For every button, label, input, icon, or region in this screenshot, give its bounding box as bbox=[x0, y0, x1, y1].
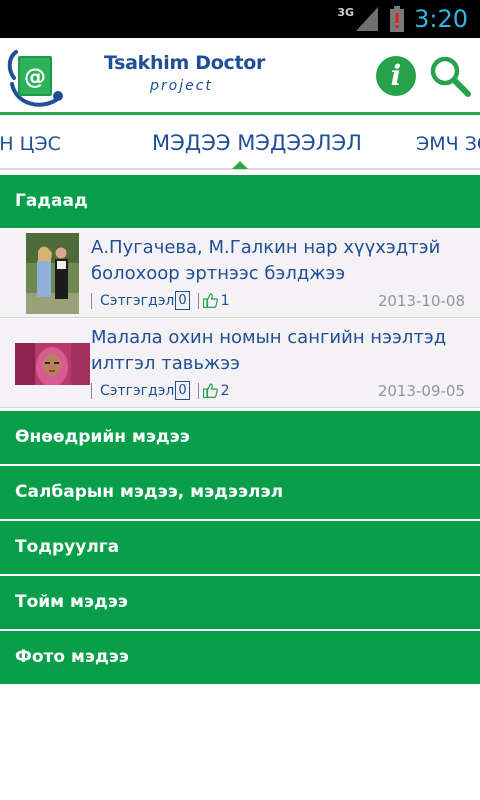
network-type: 3G bbox=[337, 5, 355, 19]
news-photo-image bbox=[26, 233, 79, 314]
status-bar: 3G 3:20 bbox=[0, 0, 480, 38]
info-button[interactable]: i bbox=[376, 56, 416, 96]
meta-separator bbox=[91, 382, 92, 399]
tab-active-indicator bbox=[232, 161, 248, 169]
category-today-news[interactable]: Өнөөдрийн мэдээ bbox=[0, 411, 480, 464]
news-thumbnail bbox=[15, 343, 90, 385]
meta-separator bbox=[91, 292, 92, 309]
category-summary[interactable]: Тойм мэдээ bbox=[0, 576, 480, 629]
tab-main-menu[interactable]: ЭН ЦЭС bbox=[0, 133, 61, 155]
thumbs-up-icon[interactable] bbox=[202, 383, 218, 398]
thumbs-up-icon[interactable] bbox=[202, 293, 218, 308]
signal-icon bbox=[356, 7, 379, 31]
meta-separator bbox=[197, 382, 199, 399]
comments-label: Сэтгэгдэл bbox=[100, 382, 175, 399]
brand-subtitle: project bbox=[150, 78, 213, 94]
news-date: 2013-09-05 bbox=[377, 382, 465, 400]
tab-bar: ЭН ЦЭС МЭДЭЭ МЭДЭЭЛЭЛ ЭМЧ ЗӨ bbox=[0, 115, 480, 171]
comment-count[interactable]: 0 bbox=[175, 381, 190, 400]
app-header: @ Tsakhim Doctor project i bbox=[0, 38, 480, 114]
comment-count[interactable]: 0 bbox=[175, 291, 190, 310]
brand-title: Tsakhim Doctor bbox=[104, 52, 266, 74]
meta-separator bbox=[197, 292, 199, 309]
news-date: 2013-10-08 bbox=[377, 292, 465, 310]
news-meta: Сэтгэгдэл 0 2 bbox=[91, 381, 230, 400]
news-item[interactable]: А.Пугачева, М.Галкин нар хүүхэдтэй болох… bbox=[0, 229, 480, 318]
category-clarification[interactable]: Тодруулга bbox=[0, 521, 480, 574]
news-title[interactable]: А.Пугачева, М.Галкин нар хүүхэдтэй болох… bbox=[91, 235, 471, 287]
category-foreign[interactable]: Гадаад bbox=[0, 175, 480, 228]
svg-text:@: @ bbox=[24, 65, 46, 90]
tab-doctor[interactable]: ЭМЧ ЗӨ bbox=[416, 133, 480, 155]
news-meta: Сэтгэгдэл 0 1 bbox=[91, 291, 230, 310]
comments-label: Сэтгэгдэл bbox=[100, 292, 175, 309]
battery-alert-icon bbox=[390, 6, 405, 32]
category-sector-news[interactable]: Салбарын мэдээ, мэдээлэл bbox=[0, 466, 480, 519]
news-thumbnail bbox=[26, 233, 79, 314]
tab-news[interactable]: МЭДЭЭ МЭДЭЭЛЭЛ bbox=[152, 131, 362, 155]
category-photo-news[interactable]: Фото мэдээ bbox=[0, 631, 480, 684]
news-title[interactable]: Малала охин номын сангийн нээлтэд илтгэл… bbox=[91, 325, 471, 377]
app-logo-icon[interactable]: @ bbox=[6, 44, 66, 110]
like-count: 2 bbox=[220, 382, 230, 399]
like-count: 1 bbox=[220, 292, 230, 309]
status-time: 3:20 bbox=[414, 5, 468, 33]
news-photo-image bbox=[15, 343, 90, 385]
news-item[interactable]: Малала охин номын сангийн нээлтэд илтгэл… bbox=[0, 319, 480, 408]
search-icon[interactable] bbox=[428, 54, 472, 98]
